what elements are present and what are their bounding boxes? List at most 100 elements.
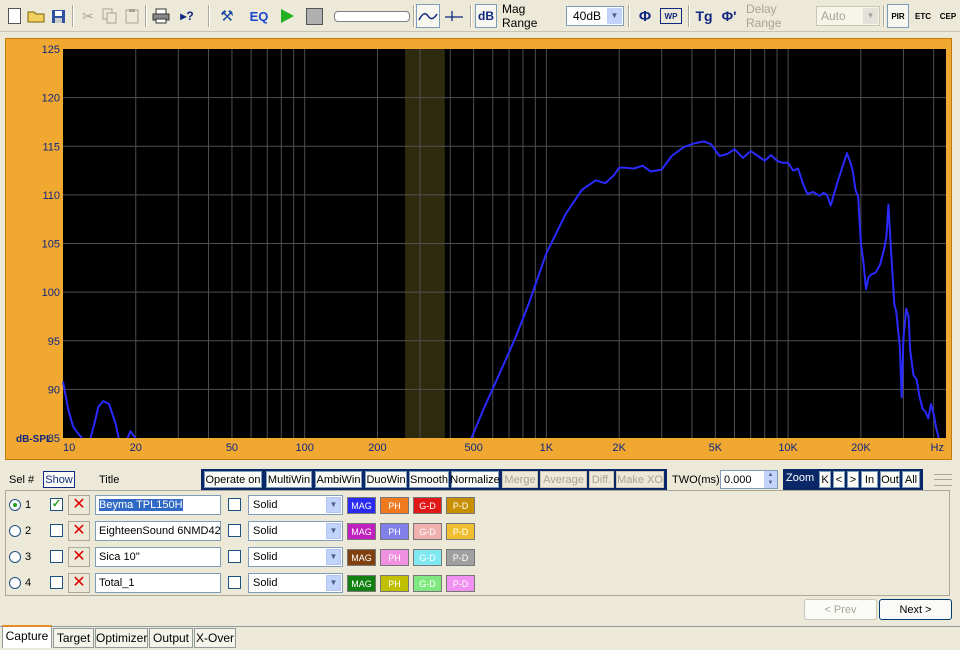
zoom-all-button[interactable]: All [902,471,920,488]
row-title-input[interactable]: EighteenSound 6NMD420 [95,521,221,541]
group-delay-button[interactable]: Tg [692,4,716,28]
tab-optimizer[interactable]: Optimizer [95,628,148,648]
p-d-color-button[interactable]: P-D [446,523,475,540]
normalize-button[interactable]: Normalize [450,471,500,488]
g-d-color-button[interactable]: G-D [413,497,442,514]
context-help-icon[interactable]: ▸? [175,4,199,28]
level-meter [333,4,411,28]
line-style-select[interactable]: Solid ▼ [248,495,343,515]
grip-handle-icon[interactable] [934,474,952,486]
row-select-radio[interactable] [9,551,21,563]
p-d-color-button[interactable]: P-D [446,549,475,566]
open-folder-icon[interactable] [26,4,46,28]
p-d-color-button[interactable]: P-D [446,497,475,514]
print-icon[interactable] [150,4,172,28]
g-d-color-button[interactable]: G-D [413,549,442,566]
row-option-checkbox[interactable] [228,576,241,589]
ph-color-button[interactable]: PH [380,523,409,540]
frequency-response-chart[interactable]: 125 120 115 110 105 100 95 90 85 dB-SPL 10 20 50 100 2… [5,38,952,460]
merge-button[interactable]: Merge [502,471,538,488]
zoom-out-button[interactable]: Out [880,471,900,488]
impulse-icon[interactable] [442,4,466,28]
row-option-checkbox[interactable] [228,498,241,511]
cep-button[interactable]: CEP [937,4,959,28]
etc-button[interactable]: ETC [912,4,934,28]
diff-button[interactable]: Diff. [589,471,614,488]
wrapped-phase-button[interactable]: WP [660,8,682,24]
db-button[interactable]: dB [475,4,497,28]
p-d-color-button[interactable]: P-D [446,575,475,592]
operate-on-button[interactable]: Operate on [204,471,262,488]
phase-delay-icon[interactable]: Φ' [718,4,740,28]
y-tick-label: 100 [42,287,60,299]
spin-arrows-icon[interactable]: ▲ ▼ [764,471,777,488]
row-option-checkbox[interactable] [228,524,241,537]
tools-icon[interactable]: ⚒ [215,4,239,28]
mag-color-button[interactable]: MAG [347,575,376,592]
stop-icon[interactable] [302,4,326,28]
x-tick-label: 500 [464,442,482,454]
row-title: Beyma TPL150H [99,499,183,511]
play-icon[interactable] [276,4,298,28]
eq-button[interactable]: EQ [246,4,272,28]
line-style-select[interactable]: Solid ▼ [248,573,343,593]
copy-icon[interactable] [100,4,120,28]
smooth-curve-icon[interactable] [416,4,440,28]
ph-color-button[interactable]: PH [380,549,409,566]
cut-icon[interactable]: ✂ [78,4,98,28]
tab-x-over[interactable]: X-Over [194,628,236,648]
two-ms-input[interactable]: 0.000 ▲ ▼ [720,470,778,489]
g-d-color-button[interactable]: G-D [413,523,442,540]
zoom-left-button[interactable]: < [833,471,845,488]
mag-color-button[interactable]: MAG [347,549,376,566]
row-title-input[interactable]: Sica 10'' [95,547,221,567]
show-button[interactable]: Show [43,471,75,488]
row-select-radio[interactable] [9,577,21,589]
row-number: 2 [25,525,32,537]
row-title-input[interactable]: Total_1 [95,573,221,593]
delete-x-icon[interactable]: ✕ [68,573,90,593]
sel-header: Sel # [9,474,35,486]
row-option-checkbox[interactable] [228,550,241,563]
next-button[interactable]: Next > [879,599,952,620]
save-icon[interactable] [48,4,68,28]
average-button[interactable]: Average [540,471,587,488]
line-style-select[interactable]: Solid ▼ [248,521,343,541]
prev-button[interactable]: < Prev [804,599,877,620]
zoom-right-button[interactable]: > [847,471,859,488]
mag-range-select[interactable]: 40dB ▼ [566,6,624,26]
duowin-button[interactable]: DuoWin [365,471,407,488]
tab-target[interactable]: Target [53,628,94,648]
ambiwin-button[interactable]: AmbiWin [315,471,362,488]
row-select-radio[interactable] [9,499,21,511]
row-show-checkbox[interactable] [50,576,63,589]
tab-output[interactable]: Output [149,628,193,648]
tab-capture[interactable]: Capture [2,625,52,648]
phase-button[interactable]: Φ [634,4,656,28]
row-title: Sica 10'' [99,551,140,563]
delete-x-icon[interactable]: ✕ [68,547,90,567]
row-show-checkbox[interactable]: ✓ [50,498,63,511]
row-show-checkbox[interactable] [50,524,63,537]
smooth-button[interactable]: Smooth [409,471,449,488]
zoom-in-button[interactable]: In [861,471,878,488]
mag-color-button[interactable]: MAG [347,523,376,540]
paste-icon[interactable] [122,4,142,28]
delete-x-icon[interactable]: ✕ [68,521,90,541]
zoom-k-button[interactable]: K [819,471,831,488]
g-d-color-button[interactable]: G-D [413,575,442,592]
new-file-icon[interactable] [4,4,24,28]
make-xo-button[interactable]: Make XO [616,471,664,488]
line-style-select[interactable]: Solid ▼ [248,547,343,567]
multiwin-button[interactable]: MultiWin [266,471,312,488]
row-title-input[interactable]: Beyma TPL150H [95,495,221,515]
pir-button[interactable]: PIR [887,4,909,28]
delete-x-icon[interactable]: ✕ [68,495,90,515]
ph-color-button[interactable]: PH [380,497,409,514]
row-show-checkbox[interactable] [50,550,63,563]
line-style-value: Solid [253,551,278,563]
ph-color-button[interactable]: PH [380,575,409,592]
delay-range-select[interactable]: Auto ▼ [816,6,880,26]
row-select-radio[interactable] [9,525,21,537]
mag-color-button[interactable]: MAG [347,497,376,514]
